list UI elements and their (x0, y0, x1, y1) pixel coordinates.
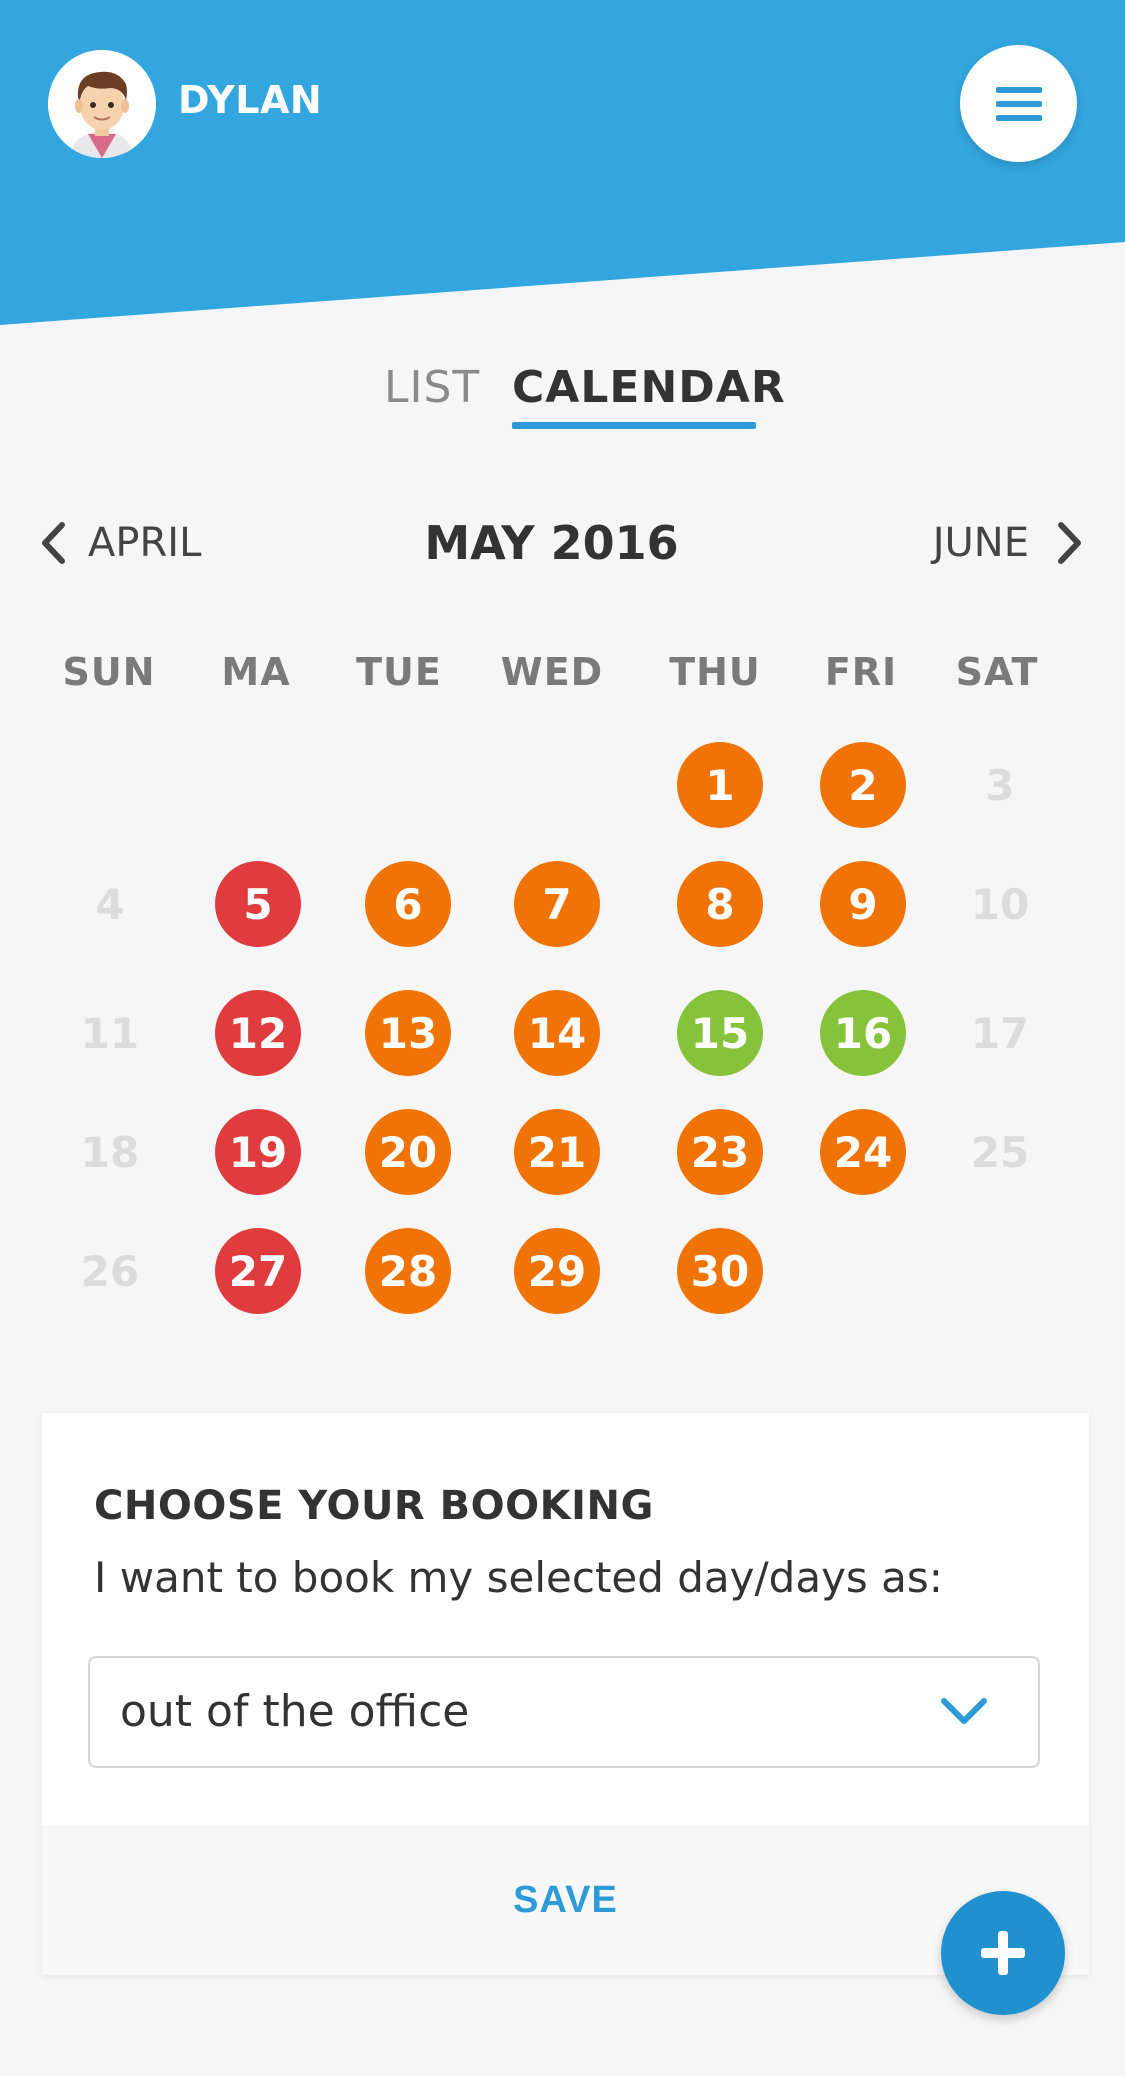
weekday-mon: MA (221, 650, 291, 694)
tab-calendar[interactable]: CALENDAR (512, 362, 786, 413)
tab-list[interactable]: LIST (384, 362, 480, 413)
add-button[interactable] (941, 1891, 1065, 2015)
chevron-right-icon (1058, 522, 1081, 564)
weekday-sun: SUN (62, 650, 156, 694)
calendar-day-red[interactable]: 12 (215, 990, 301, 1076)
calendar-day-green[interactable]: 16 (820, 990, 906, 1076)
calendar-day-unavailable: 3 (985, 760, 1015, 810)
booking-subtitle: I want to book my selected day/days as: (94, 1553, 943, 1602)
calendar-day-red[interactable]: 19 (215, 1109, 301, 1195)
calendar-day-orange[interactable]: 23 (677, 1109, 763, 1195)
avatar[interactable] (48, 50, 156, 158)
calendar-day-unavailable: 26 (80, 1246, 140, 1296)
weekday-wed: WED (500, 650, 604, 694)
booking-card: CHOOSE YOUR BOOKING I want to book my se… (42, 1413, 1089, 1975)
calendar-day-unavailable: 25 (970, 1127, 1030, 1177)
calendar-day-orange[interactable]: 7 (514, 861, 600, 947)
calendar-day-red[interactable]: 27 (215, 1228, 301, 1314)
calendar-day-red[interactable]: 5 (215, 861, 301, 947)
calendar-day-orange[interactable]: 28 (365, 1228, 451, 1314)
next-month-label: JUNE (932, 520, 1029, 566)
calendar-day-orange[interactable]: 2 (820, 742, 906, 828)
calendar-day-orange[interactable]: 8 (677, 861, 763, 947)
next-month-button[interactable]: JUNE (933, 515, 1083, 571)
hamburger-icon (995, 86, 1042, 121)
calendar-day-orange[interactable]: 6 (365, 861, 451, 947)
weekday-sat: SAT (955, 650, 1039, 694)
calendar-day-orange[interactable]: 9 (820, 861, 906, 947)
booking-title: CHOOSE YOUR BOOKING (94, 1483, 654, 1529)
weekday-thu: THU (669, 650, 761, 694)
calendar-day-unavailable: 10 (970, 879, 1030, 929)
save-button[interactable]: SAVE (42, 1825, 1089, 1975)
calendar-day-orange[interactable]: 30 (677, 1228, 763, 1314)
calendar-day-orange[interactable]: 21 (514, 1109, 600, 1195)
weekday-tue: TUE (356, 650, 442, 694)
calendar-day-green[interactable]: 15 (677, 990, 763, 1076)
calendar-day-unavailable: 4 (95, 879, 125, 929)
calendar-day-unavailable: 11 (80, 1008, 140, 1058)
calendar-day-orange[interactable]: 29 (514, 1228, 600, 1314)
month-navigation: APRIL MAY 2016 JUNE (0, 515, 1125, 575)
calendar-day-orange[interactable]: 1 (677, 742, 763, 828)
weekday-fri: FRI (824, 650, 898, 694)
booking-type-value: out of the office (120, 1686, 470, 1737)
app-header: DYLAN (0, 0, 1125, 330)
avatar-icon (48, 50, 156, 158)
plus-icon (981, 1931, 1025, 1975)
calendar-day-orange[interactable]: 20 (365, 1109, 451, 1195)
header-background (0, 0, 1125, 325)
booking-type-select[interactable]: out of the office (88, 1656, 1040, 1768)
calendar-day-unavailable: 17 (970, 1008, 1030, 1058)
username: DYLAN (178, 78, 323, 122)
calendar-day-orange[interactable]: 14 (514, 990, 600, 1076)
view-tabs: LIST CALENDAR (0, 362, 1125, 432)
calendar-day-unavailable: 18 (80, 1127, 140, 1177)
menu-button[interactable] (960, 45, 1077, 162)
active-tab-indicator (512, 422, 756, 429)
calendar-day-orange[interactable]: 13 (365, 990, 451, 1076)
booking-card-footer: SAVE (42, 1825, 1089, 1975)
chevron-down-icon (941, 1698, 987, 1724)
calendar-day-orange[interactable]: 24 (820, 1109, 906, 1195)
